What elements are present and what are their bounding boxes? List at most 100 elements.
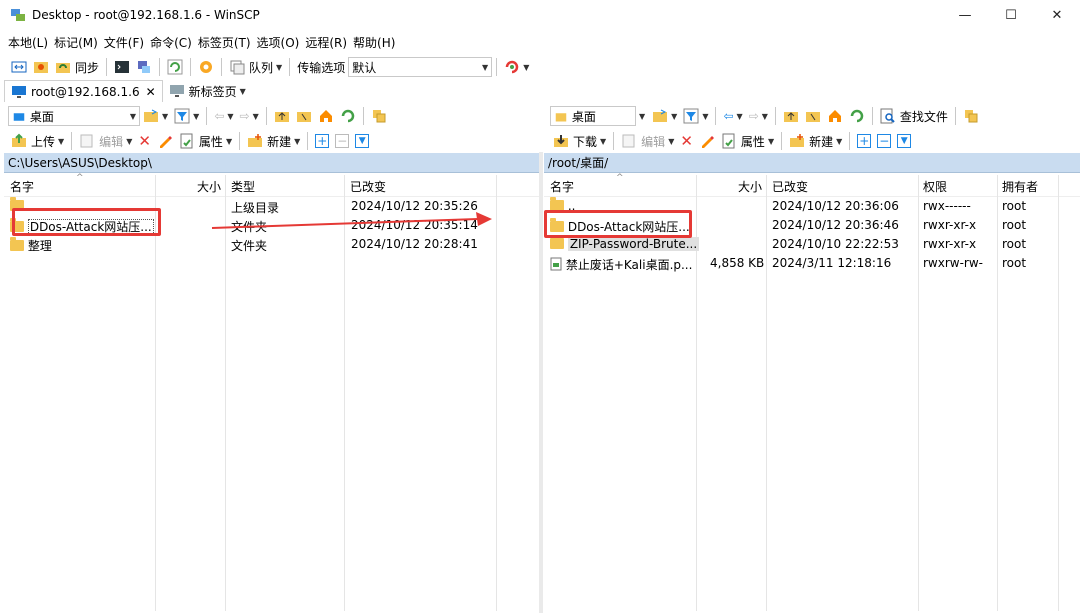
left-refresh-button[interactable] — [337, 105, 359, 127]
right-rename-button[interactable] — [696, 130, 718, 152]
left-properties-label: 属性 — [198, 134, 223, 149]
left-parent-dir-button[interactable] — [271, 105, 293, 127]
right-filter-button[interactable]: ▼ — [680, 105, 711, 127]
left-col-modified[interactable]: 已改变 — [350, 178, 386, 195]
chevron-down-icon: ▼ — [482, 62, 489, 72]
menu-command[interactable]: 命令(C) — [150, 34, 192, 51]
right-new-button[interactable]: 新建 ▼ — [786, 130, 845, 152]
left-location-combo[interactable]: 桌面 ▼ — [8, 106, 140, 126]
table-row[interactable]: 禁止废话+Kali桌面.p... 4,858 KB 2024/3/11 12:1… — [544, 254, 1080, 273]
left-list-header: 名字 ^ 大小 类型 已改变 — [4, 173, 539, 197]
window-title: Desktop - root@192.168.1.6 - WinSCP — [32, 8, 260, 22]
left-col-size[interactable]: 大小 — [197, 178, 221, 195]
left-open-dir-button[interactable]: ▼ — [140, 105, 171, 127]
transfer-sync-button[interactable]: ▼ — [501, 56, 532, 78]
minimize-button[interactable]: — — [942, 0, 988, 30]
right-parent-dir-button[interactable] — [780, 105, 802, 127]
menu-file[interactable]: 文件(F) — [104, 34, 144, 51]
file-modified: 2024/10/12 20:36:06 — [772, 199, 899, 213]
left-rename-button[interactable] — [154, 130, 176, 152]
left-select-plus-button[interactable]: + — [312, 130, 332, 152]
chevron-down-icon[interactable]: ▼ — [639, 112, 645, 121]
left-col-type[interactable]: 类型 — [231, 178, 255, 195]
edit-icon — [80, 134, 93, 148]
right-back-button[interactable]: ⇦ ▼ — [720, 105, 745, 127]
putty-button[interactable] — [133, 56, 155, 78]
menu-mark[interactable]: 标记(M) — [54, 34, 98, 51]
tab-new[interactable]: 新标签页 ▼ — [163, 80, 252, 102]
close-tab-icon[interactable]: ✕ — [146, 85, 156, 99]
right-select-plus-button[interactable]: + — [854, 130, 874, 152]
right-location-combo[interactable]: 桌面 — [550, 106, 636, 126]
left-root-dir-button[interactable] — [293, 105, 315, 127]
terminal-button[interactable] — [111, 56, 133, 78]
menu-tabs[interactable]: 标签页(T) — [198, 34, 251, 51]
file-type: 上级目录 — [231, 201, 280, 215]
find-files-button[interactable]: 查找文件 — [877, 105, 951, 127]
file-modified: 2024/10/12 20:36:46 — [772, 218, 899, 232]
chevron-down-icon: ▼ — [252, 111, 259, 121]
right-edit-button[interactable]: 编辑 ▼ — [618, 130, 677, 152]
right-path-bar[interactable]: /root/桌面/ — [544, 153, 1080, 173]
delete-x-icon: ✕ — [680, 132, 693, 150]
close-button[interactable]: ✕ — [1034, 0, 1080, 30]
transfer-settings-combo[interactable]: 默认 ▼ — [348, 57, 493, 77]
download-button[interactable]: 下载 ▼ — [550, 130, 609, 152]
left-edit-button[interactable]: 编辑 ▼ — [76, 130, 135, 152]
left-filter-button[interactable]: ▼ — [171, 105, 202, 127]
menu-local[interactable]: 本地(L) — [8, 34, 48, 51]
right-filter-select-button[interactable]: ▼ — [894, 130, 914, 152]
find-files-icon — [880, 108, 895, 124]
sync-browse-button[interactable] — [30, 56, 52, 78]
chevron-down-icon: ▼ — [668, 136, 675, 146]
right-edit-label: 编辑 — [641, 134, 666, 149]
left-select-minus-button[interactable]: − — [332, 130, 352, 152]
compare-dirs-button[interactable] — [8, 56, 30, 78]
left-col-name[interactable]: 名字 — [10, 178, 34, 195]
right-select-minus-button[interactable]: − — [874, 130, 894, 152]
file-name: 整理 — [27, 239, 52, 253]
left-properties-button[interactable]: 属性 ▼ — [176, 130, 235, 152]
left-home-button[interactable] — [315, 105, 337, 127]
right-col-name[interactable]: 名字 — [550, 178, 574, 195]
right-home-button[interactable] — [824, 105, 846, 127]
menu-remote[interactable]: 远程(R) — [305, 34, 347, 51]
upload-button[interactable]: 上传 ▼ — [8, 130, 67, 152]
left-new-button[interactable]: 新建 ▼ — [244, 130, 303, 152]
right-col-owner[interactable]: 拥有者 — [1002, 178, 1038, 195]
menu-help[interactable]: 帮助(H) — [353, 34, 395, 51]
menu-options[interactable]: 选项(O) — [257, 34, 300, 51]
right-properties-button[interactable]: 属性 ▼ — [718, 130, 777, 152]
left-forward-button[interactable]: ⇨ ▼ — [237, 105, 262, 127]
queue-button[interactable]: 队列 ▼ — [226, 56, 285, 78]
refresh-queue-button[interactable] — [164, 56, 186, 78]
right-col-size[interactable]: 大小 — [738, 178, 762, 195]
right-delete-button[interactable]: ✕ — [677, 130, 696, 152]
table-row[interactable]: 整理 文件夹 2024/10/12 20:28:41 — [4, 235, 539, 254]
left-highlight-box — [12, 208, 161, 236]
maximize-button[interactable]: ☐ — [988, 0, 1034, 30]
right-bookmark-button[interactable] — [960, 105, 982, 127]
file-name: 禁止废话+Kali桌面.p... — [565, 258, 693, 272]
folder-icon — [10, 237, 24, 251]
file-perm: rwxr-xr-x — [923, 237, 977, 251]
queue-label: 队列 — [249, 60, 274, 75]
right-root-dir-button[interactable] — [802, 105, 824, 127]
tab-session[interactable]: root@192.168.1.6 ✕ — [4, 80, 163, 102]
left-delete-button[interactable]: ✕ — [135, 130, 154, 152]
right-forward-button[interactable]: ⇨ ▼ — [746, 105, 771, 127]
preferences-button[interactable] — [195, 56, 217, 78]
right-col-perm[interactable]: 权限 — [923, 178, 947, 195]
transfer-options-label: 传输选项 — [297, 60, 346, 75]
left-bookmark-button[interactable] — [368, 105, 390, 127]
right-open-dir-button[interactable]: ▼ — [649, 105, 680, 127]
left-back-button[interactable]: ⇦ ▼ — [211, 105, 236, 127]
sync-button[interactable]: 同步 — [52, 56, 102, 78]
queue-dropdown-icon: ▼ — [276, 62, 283, 72]
terminal-icon — [115, 61, 130, 73]
left-filter-select-button[interactable]: ▼ — [352, 130, 372, 152]
right-col-modified[interactable]: 已改变 — [772, 178, 808, 195]
left-path-bar[interactable]: C:\Users\ASUS\Desktop\ — [4, 153, 539, 173]
right-refresh-button[interactable] — [846, 105, 868, 127]
pane-splitter[interactable] — [539, 152, 543, 613]
